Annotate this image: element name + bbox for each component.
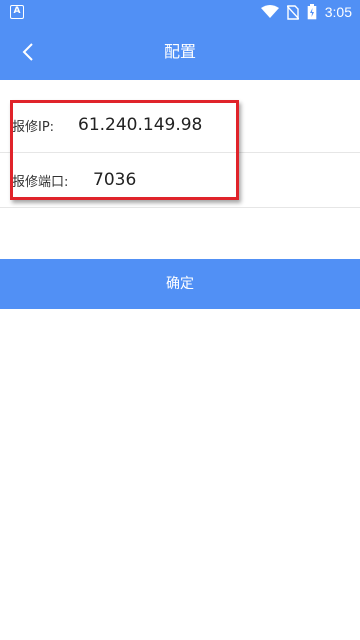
a-icon: A [10, 5, 24, 19]
port-row: 报修端口: 7036 [0, 153, 360, 208]
port-field[interactable]: 7036 [93, 170, 136, 190]
status-icons: 3:05 [260, 3, 352, 21]
chevron-left-icon [22, 43, 33, 61]
back-button[interactable] [8, 32, 48, 72]
no-sim-icon [286, 4, 299, 20]
clock: 3:05 [324, 4, 352, 20]
ip-row: 报修IP: 61.240.149.98 [0, 98, 360, 153]
ip-label: 报修IP: [12, 119, 55, 135]
status-bar: A 3:05 [0, 0, 360, 24]
ip-field[interactable]: 61.240.149.98 [78, 115, 202, 135]
wifi-icon [260, 5, 279, 18]
config-form: 报修IP: 61.240.149.98 报修端口: 7036 [0, 98, 360, 208]
app-bar: 配置 [0, 24, 360, 80]
confirm-button[interactable]: 确定 [0, 259, 360, 309]
port-label: 报修端口: [12, 174, 69, 190]
battery-icon [307, 4, 317, 20]
page-title: 配置 [163, 42, 196, 61]
